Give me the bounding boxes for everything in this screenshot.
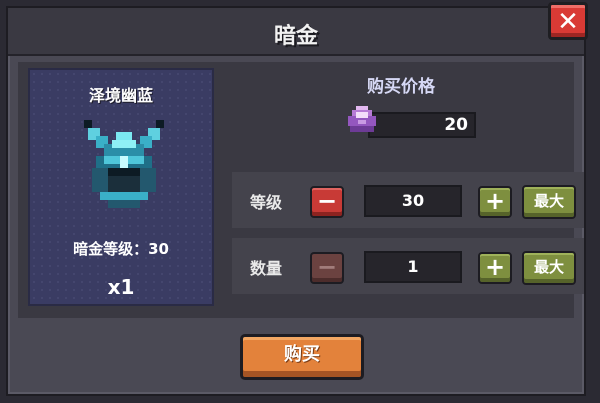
quantity-increase-button[interactable]: + <box>478 252 512 284</box>
quantity-max-button[interactable]: 最大 <box>522 251 576 285</box>
item-quantity: x1 <box>107 275 135 299</box>
buy-button[interactable]: 购买 <box>240 334 364 380</box>
purchase-dialog: 暗金 泽境幽蓝 暗金等级：30 x1 购买价格 20 等级 − 30 + 最大 … <box>6 2 588 396</box>
quantity-label: 数量 <box>250 259 283 278</box>
price-title: 购买价格 <box>367 77 435 97</box>
dialog-titlebar: 暗金 <box>8 8 584 56</box>
level-max-button[interactable]: 最大 <box>522 185 576 219</box>
dialog-content: 泽境幽蓝 暗金等级：30 x1 购买价格 20 等级 − 30 + 最大 数量 … <box>18 62 584 318</box>
dialog-title: 暗金 <box>273 24 318 49</box>
price-value: 20 <box>368 112 476 138</box>
item-level: 暗金等级：30 <box>73 240 169 258</box>
purple-gem-icon <box>348 106 376 132</box>
item-name: 泽境幽蓝 <box>88 86 153 105</box>
level-decrease-button[interactable]: − <box>310 186 344 218</box>
quantity-value-field[interactable]: 1 <box>364 251 462 283</box>
blue-horned-helmet-icon <box>84 120 164 208</box>
level-increase-button[interactable]: + <box>478 186 512 218</box>
level-row: 等级 − 30 + 最大 <box>232 172 584 228</box>
level-value-field[interactable]: 30 <box>364 185 462 217</box>
plus-icon: + <box>484 253 506 281</box>
plus-icon: + <box>484 187 506 215</box>
item-card: 泽境幽蓝 暗金等级：30 x1 <box>28 68 214 306</box>
level-label: 等级 <box>250 193 283 212</box>
quantity-row: 数量 − 1 + 最大 <box>232 238 584 294</box>
minus-icon: − <box>316 187 338 215</box>
minus-icon: − <box>316 253 338 281</box>
close-button[interactable]: ✕ <box>548 2 588 40</box>
close-icon: ✕ <box>557 7 579 37</box>
quantity-decrease-button[interactable]: − <box>310 252 344 284</box>
